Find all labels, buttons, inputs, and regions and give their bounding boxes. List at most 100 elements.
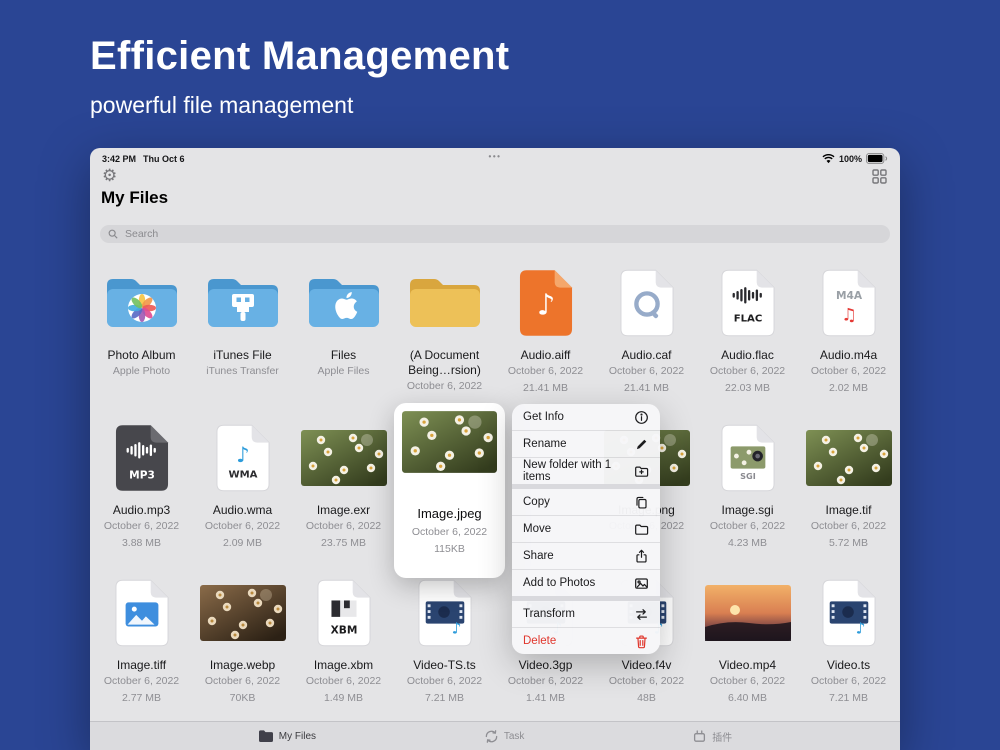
file-size: 22.03 MB (725, 382, 770, 394)
file-size: 1.49 MB (323, 692, 364, 704)
share-icon (634, 549, 649, 564)
hero: Efficient Management powerful file manag… (90, 34, 509, 119)
file-item[interactable]: Image.tiff October 6, 2022 2.77 MB (91, 570, 192, 725)
svg-text:♪: ♪ (236, 443, 250, 468)
menu-item-new-folder-with-1-items[interactable]: New folder with 1 items (512, 457, 660, 484)
file-item[interactable]: ♪ WMA Audio.wma October 6, 2022 2.09 MB (192, 415, 293, 570)
menu-item-copy[interactable]: Copy (512, 489, 660, 515)
tab-task-icon (484, 729, 499, 744)
file-meta: October 6, 2022 (507, 365, 584, 377)
tab-plugin[interactable]: 插件 (692, 729, 732, 744)
tab-label: 插件 (712, 732, 733, 744)
menu-item-move[interactable]: Move (512, 515, 660, 542)
menu-item-rename[interactable]: Rename (512, 430, 660, 457)
file-item[interactable]: SGI Image.sgi October 6, 2022 4.23 MB (697, 415, 798, 570)
tab-my-files[interactable]: My Files (258, 729, 316, 743)
menu-item-get-info[interactable]: Get Info (512, 404, 660, 430)
status-date: Thu Oct 6 (143, 153, 185, 164)
doc-aiff-icon: ♪ (495, 260, 596, 346)
thumb-sunset-icon (697, 570, 798, 656)
menu-item-label: New folder with 1 items (523, 459, 612, 483)
thumb-daisy-icon (798, 415, 899, 501)
file-name: Video-TS.ts (413, 658, 476, 672)
app-window: 3:42 PM Thu Oct 6 ••• 100% ⚙ My Files Se… (90, 148, 900, 750)
thumb-daisy-icon (293, 415, 394, 501)
file-item[interactable]: Image.tif October 6, 2022 5.72 MB (798, 415, 899, 570)
svg-text:♪: ♪ (451, 619, 461, 637)
file-item[interactable]: XBM Image.xbm October 6, 2022 1.49 MB (293, 570, 394, 725)
settings-gear-icon[interactable]: ⚙ (102, 167, 117, 184)
file-meta: October 6, 2022 (709, 675, 786, 687)
multitask-dots: ••• (488, 152, 502, 161)
menu-item-delete[interactable]: Delete (512, 627, 660, 654)
file-item[interactable]: MP3 Audio.mp3 October 6, 2022 3.88 MB (91, 415, 192, 570)
file-size: 4.23 MB (727, 537, 768, 549)
file-item[interactable]: FLAC Audio.flac October 6, 2022 22.03 MB (697, 260, 798, 415)
selected-file-card[interactable]: Image.jpeg October 6, 2022 115KB (394, 403, 505, 578)
file-name: Audio.m4a (819, 348, 878, 362)
file-item[interactable]: Files Apple Files (293, 260, 394, 415)
doc-wma-icon: ♪ WMA (192, 415, 293, 501)
folder-apple-icon (293, 260, 394, 346)
file-name: Video.f4v (621, 658, 672, 672)
file-item[interactable]: (A Document Being…rsion) October 6, 2022 (394, 260, 495, 415)
file-size: 2.02 MB (828, 382, 869, 394)
file-item[interactable]: ♪ Video-TS.ts October 6, 2022 7.21 MB (394, 570, 495, 725)
svg-text:FLAC: FLAC (733, 313, 762, 324)
svg-text:SGI: SGI (740, 471, 756, 481)
file-meta: October 6, 2022 (406, 380, 483, 392)
file-name: iTunes File (213, 348, 272, 362)
menu-item-transform[interactable]: Transform (512, 601, 660, 627)
file-meta: October 6, 2022 (305, 520, 382, 532)
battery-percent: 100% (838, 153, 862, 164)
file-name: Image.sgi (721, 503, 774, 517)
menu-item-add-to-photos[interactable]: Add to Photos (512, 569, 660, 596)
file-name: Image.tiff (116, 658, 167, 672)
file-item[interactable]: Video.mp4 October 6, 2022 6.40 MB (697, 570, 798, 725)
file-meta: Apple Files (317, 365, 370, 377)
folder-usb-icon (192, 260, 293, 346)
file-item[interactable]: M4A ♫ Audio.m4a October 6, 2022 2.02 MB (798, 260, 899, 415)
file-meta: October 6, 2022 (608, 675, 685, 687)
file-name: Video.mp4 (718, 658, 777, 672)
file-item[interactable]: ♪ Audio.aiff October 6, 2022 21.41 MB (495, 260, 596, 415)
file-size: 21.41 MB (624, 382, 669, 394)
search-input[interactable] (123, 227, 882, 241)
doc-m4a-icon: M4A ♫ (798, 260, 899, 346)
wifi-icon (822, 153, 835, 164)
add-photos-icon (634, 576, 649, 591)
file-size: 48B (637, 692, 656, 704)
svg-text:♪: ♪ (855, 619, 865, 637)
menu-item-label: Get Info (523, 411, 564, 423)
file-item[interactable]: ♪ Video.ts October 6, 2022 7.21 MB (798, 570, 899, 725)
menu-item-label: Rename (523, 438, 567, 450)
layout-grid-icon[interactable] (872, 169, 887, 184)
file-meta: October 6, 2022 (305, 675, 382, 687)
file-name: (A Document Being…rsion) (408, 348, 481, 377)
file-item[interactable]: iTunes File iTunes Transfer (192, 260, 293, 415)
file-name: Image.webp (209, 658, 276, 672)
file-meta: October 6, 2022 (507, 675, 584, 687)
selected-file-thumbnail (402, 411, 497, 473)
file-size: 21.41 MB (523, 382, 568, 394)
search-bar[interactable] (100, 225, 890, 243)
file-name: Video.ts (826, 658, 871, 672)
file-meta: October 6, 2022 (709, 365, 786, 377)
selected-file-name: Image.jpeg (417, 506, 482, 521)
file-item[interactable]: Image.webp October 6, 2022 70KB (192, 570, 293, 725)
menu-item-share[interactable]: Share (512, 542, 660, 569)
tab-task[interactable]: Task (484, 729, 524, 744)
context-menu: Get Info Rename New folder with 1 items Cop… (512, 404, 660, 654)
new-folder-icon (634, 464, 649, 479)
copy-icon (634, 495, 649, 510)
transform-icon (634, 607, 649, 622)
svg-text:M4A: M4A (835, 290, 862, 302)
info-circle-icon (634, 410, 649, 425)
file-name: Audio.wma (212, 503, 273, 517)
file-meta: October 6, 2022 (709, 520, 786, 532)
file-item[interactable]: Image.exr October 6, 2022 23.75 MB (293, 415, 394, 570)
file-item[interactable]: Photo Album Apple Photo (91, 260, 192, 415)
selected-file-date: October 6, 2022 (411, 526, 488, 538)
file-item[interactable]: Audio.caf October 6, 2022 21.41 MB (596, 260, 697, 415)
page-title: My Files (101, 188, 169, 207)
